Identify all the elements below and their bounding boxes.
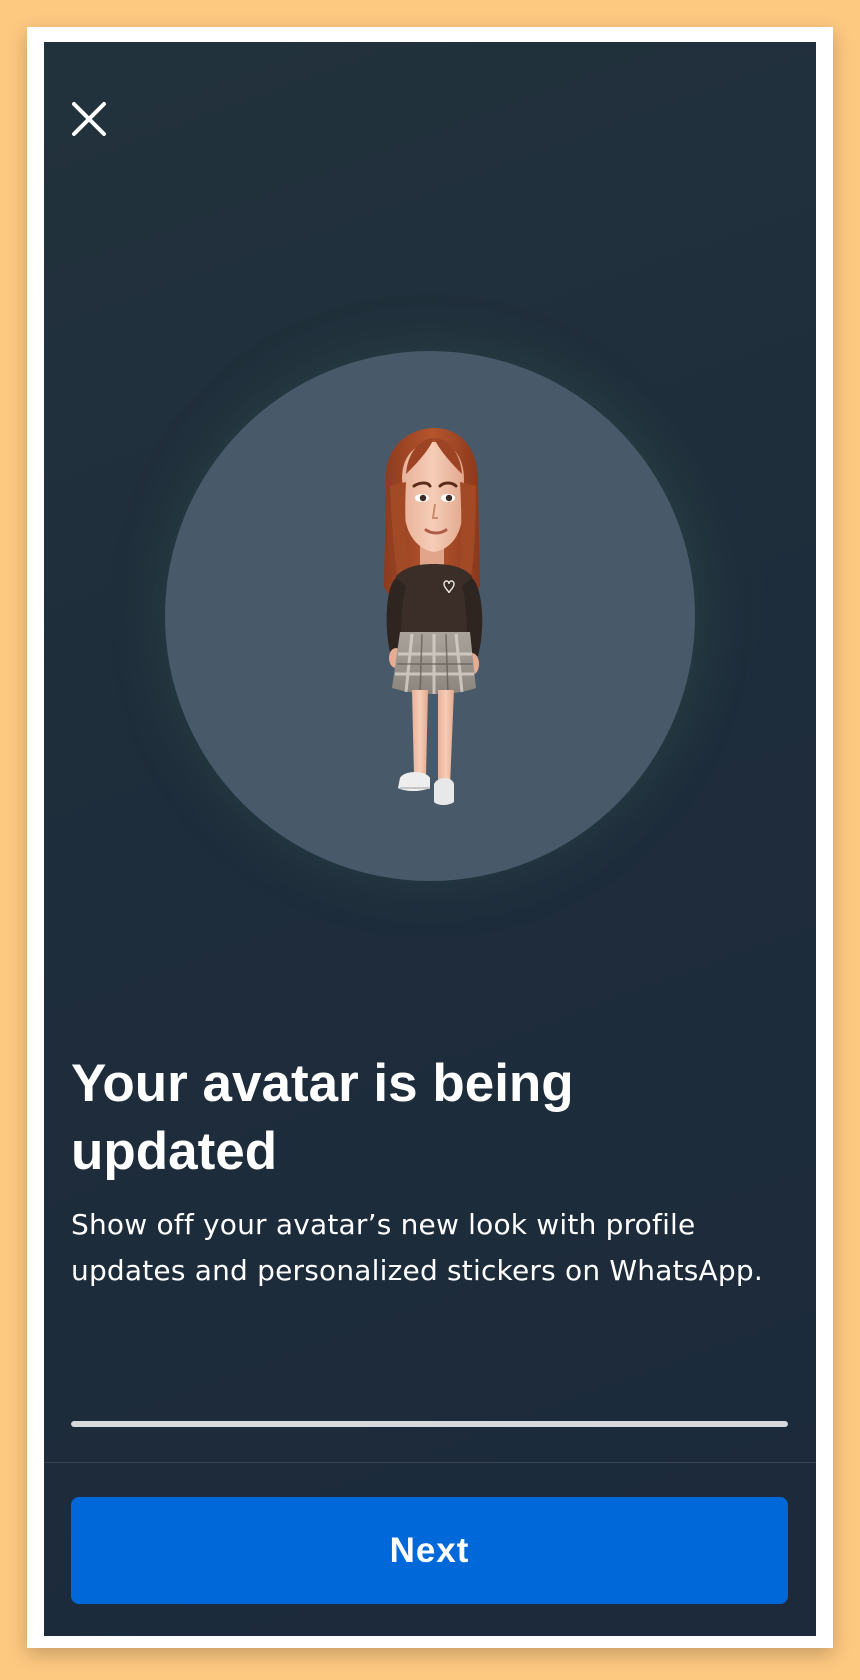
close-icon: [72, 102, 106, 136]
next-button[interactable]: Next: [71, 1497, 788, 1604]
page-title: Your avatar is being updated: [71, 1054, 574, 1181]
avatar-update-screen: Your avatar is being updated Show off yo…: [44, 42, 816, 1636]
close-button[interactable]: [68, 98, 110, 140]
avatar-preview-circle: [165, 351, 695, 881]
page-description: Show off your avatar’s new look with pro…: [71, 1208, 763, 1287]
progress-bar-fill: [71, 1421, 788, 1427]
footer-divider: [44, 1462, 816, 1463]
avatar-image: [384, 428, 483, 805]
progress-bar: [71, 1421, 788, 1427]
